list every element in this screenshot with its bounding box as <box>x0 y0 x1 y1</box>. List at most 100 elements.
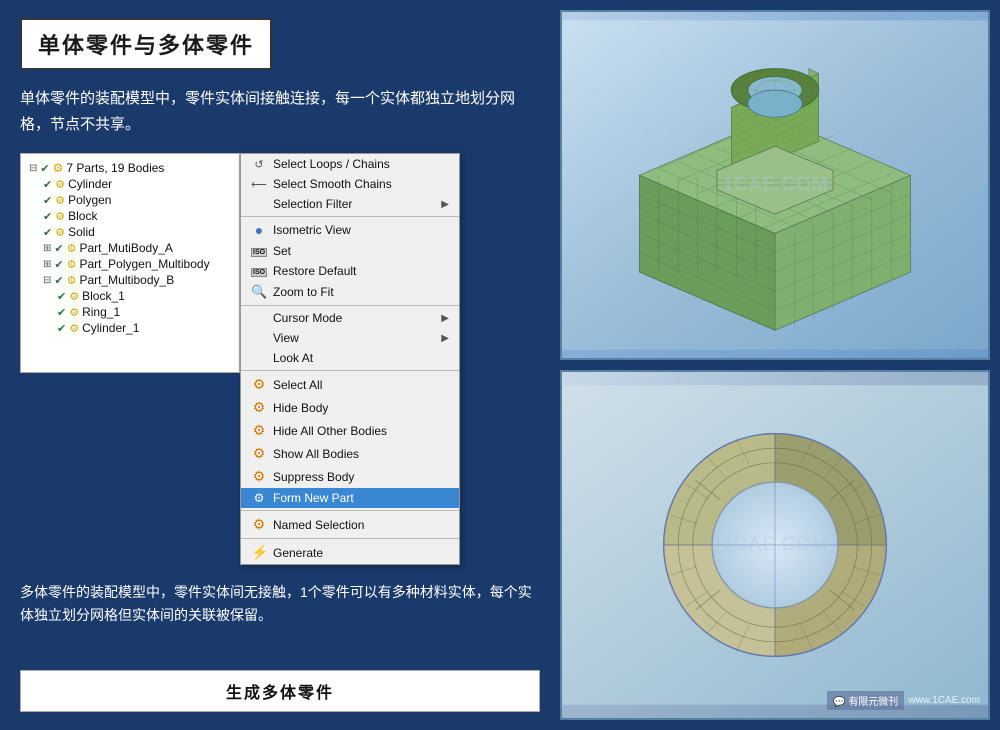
tree-item[interactable]: ✔ ⚙ Ring_1 <box>29 304 231 320</box>
arrow-icon: ▶ <box>441 199 449 210</box>
ctx-label: Suppress Body <box>273 470 354 484</box>
ctx-cursor-mode[interactable]: Cursor Mode ▶ <box>241 308 459 328</box>
hideall-icon: ⚙ <box>251 422 267 439</box>
zoom-icon: 🔍 <box>251 284 267 300</box>
body-icon: ⚙ <box>55 210 65 223</box>
ctx-select-smooth[interactable]: ⟵ Select Smooth Chains <box>241 174 459 194</box>
description-top: 单体零件的装配模型中，零件实体间接触连接，每一个实体都独立地划分网格，节点不共享… <box>20 82 540 141</box>
check-icon: ✔ <box>43 226 52 239</box>
context-menu: ↺ Select Loops / Chains ⟵ Select Smooth … <box>240 153 460 565</box>
expand-icon: ⊟ <box>43 275 51 286</box>
tree-label: Part_MutiBody_A <box>79 241 172 255</box>
tree-item[interactable]: ✔ ⚙ Solid <box>29 224 231 240</box>
description-bottom: 多体零件的装配模型中，零件实体间无接触，1个零件可以有多种材料实体，每个实体独立… <box>20 577 540 658</box>
set-icon: ISO <box>251 245 267 257</box>
named-icon: ⚙ <box>251 516 267 533</box>
separator <box>241 305 459 306</box>
bottom-label: 生成多体零件 <box>20 670 540 712</box>
ctx-label: Look At <box>273 351 313 365</box>
ctx-label: Hide Body <box>273 401 328 415</box>
body-icon: ⚙ <box>67 258 77 271</box>
ctx-label: Select Smooth Chains <box>273 177 392 191</box>
isometric-icon: ● <box>251 222 267 238</box>
separator <box>241 216 459 217</box>
ctx-label: Hide All Other Bodies <box>273 424 387 438</box>
body-icon: ⚙ <box>55 226 65 239</box>
ctx-isometric-view[interactable]: ● Isometric View <box>241 219 459 241</box>
body-icon: ⚙ <box>55 194 65 207</box>
ctx-select-loops[interactable]: ↺ Select Loops / Chains <box>241 154 459 174</box>
separator <box>241 370 459 371</box>
ctx-look-at[interactable]: Look At <box>241 348 459 368</box>
tree-root[interactable]: ⊟ ✔ ⚙ 7 Parts, 19 Bodies <box>29 160 231 176</box>
ctx-label: Set <box>273 244 291 258</box>
loop-icon: ↺ <box>251 158 267 171</box>
smooth-icon: ⟵ <box>251 178 267 191</box>
ctx-label: Select All <box>273 378 322 392</box>
ctx-zoom-to-fit[interactable]: 🔍 Zoom to Fit <box>241 281 459 303</box>
tree-label: Solid <box>68 225 95 239</box>
tree-item[interactable]: ✔ ⚙ Polygen <box>29 192 231 208</box>
wechat-icon: 💬 有限元微刊 <box>827 691 904 710</box>
ctx-show-all[interactable]: ⚙ Show All Bodies <box>241 442 459 465</box>
check-icon: ✔ <box>54 258 63 271</box>
check-icon: ✔ <box>54 242 63 255</box>
ctx-form-new-part[interactable]: ⚙ Form New Part <box>241 488 459 508</box>
suppress-icon: ⚙ <box>251 468 267 485</box>
hide-icon: ⚙ <box>251 399 267 416</box>
body-icon: ⚙ <box>55 178 65 191</box>
check-icon: ✔ <box>43 178 52 191</box>
model-top-svg <box>562 12 988 358</box>
ctx-restore-default[interactable]: ISO Restore Default <box>241 261 459 281</box>
tree-item[interactable]: ⊞ ✔ ⚙ Part_Polygen_Multibody <box>29 256 231 272</box>
model-bottom-svg <box>562 372 988 718</box>
ctx-label: Restore Default <box>273 264 356 278</box>
ctx-selection-filter[interactable]: Selection Filter ▶ <box>241 194 459 214</box>
form-icon: ⚙ <box>251 491 267 505</box>
tree-item[interactable]: ✔ ⚙ Cylinder_1 <box>29 320 231 336</box>
tree-label: Part_Polygen_Multibody <box>79 257 209 271</box>
ctx-label: Generate <box>273 546 323 560</box>
tree-item[interactable]: ✔ ⚙ Block <box>29 208 231 224</box>
ctx-label: Select Loops / Chains <box>273 157 390 171</box>
body-icon: ⚙ <box>67 242 77 255</box>
tree-label: Cylinder_1 <box>82 321 139 335</box>
left-panel: 单体零件与多体零件 单体零件的装配模型中，零件实体间接触连接，每一个实体都独立地… <box>0 0 560 730</box>
tree-item[interactable]: ✔ ⚙ Cylinder <box>29 176 231 192</box>
ctx-select-all[interactable]: ⚙ Select All <box>241 373 459 396</box>
tree-root-label: 7 Parts, 19 Bodies <box>66 161 164 175</box>
tree-label: Cylinder <box>68 177 112 191</box>
right-panel: 1CAE.COM <box>560 0 1000 730</box>
ctx-hide-all-other[interactable]: ⚙ Hide All Other Bodies <box>241 419 459 442</box>
separator <box>241 538 459 539</box>
tree-item[interactable]: ⊟ ✔ ⚙ Part_Multibody_B <box>29 272 231 288</box>
main-container: 单体零件与多体零件 单体零件的装配模型中，零件实体间接触连接，每一个实体都独立地… <box>0 0 1000 730</box>
separator <box>241 510 459 511</box>
expand-icon: ⊞ <box>43 259 51 270</box>
ctx-named-selection[interactable]: ⚙ Named Selection <box>241 513 459 536</box>
wechat-label: 💬 <box>833 697 845 708</box>
ctx-view[interactable]: View ▶ <box>241 328 459 348</box>
corner-watermark: 💬 有限元微刊 www.1CAE.com <box>827 691 980 710</box>
body-icon: ⚙ <box>69 322 79 335</box>
ctx-label: Isometric View <box>273 223 351 237</box>
selectall-icon: ⚙ <box>251 376 267 393</box>
ctx-label: Selection Filter <box>273 197 352 211</box>
ctx-hide-body[interactable]: ⚙ Hide Body <box>241 396 459 419</box>
tree-context-row: ⊟ ✔ ⚙ 7 Parts, 19 Bodies ✔ ⚙ Cylinder ✔ … <box>20 153 540 565</box>
ctx-label: Form New Part <box>273 491 354 505</box>
tree-panel: ⊟ ✔ ⚙ 7 Parts, 19 Bodies ✔ ⚙ Cylinder ✔ … <box>20 153 240 373</box>
tree-item[interactable]: ✔ ⚙ Block_1 <box>29 288 231 304</box>
ctx-generate[interactable]: ⚡ Generate <box>241 541 459 564</box>
tree-item[interactable]: ⊞ ✔ ⚙ Part_MutiBody_A <box>29 240 231 256</box>
check-icon: ✔ <box>57 306 66 319</box>
expand-icon: ⊞ <box>43 243 51 254</box>
tree-label: Polygen <box>68 193 111 207</box>
tree-label: Block <box>68 209 97 223</box>
ctx-set[interactable]: ISO Set <box>241 241 459 261</box>
render-top: 1CAE.COM <box>560 10 990 360</box>
ctx-suppress-body[interactable]: ⚙ Suppress Body <box>241 465 459 488</box>
arrow-icon: ▶ <box>441 313 449 324</box>
arrow-icon: ▶ <box>441 333 449 344</box>
check-icon: ✔ <box>57 290 66 303</box>
